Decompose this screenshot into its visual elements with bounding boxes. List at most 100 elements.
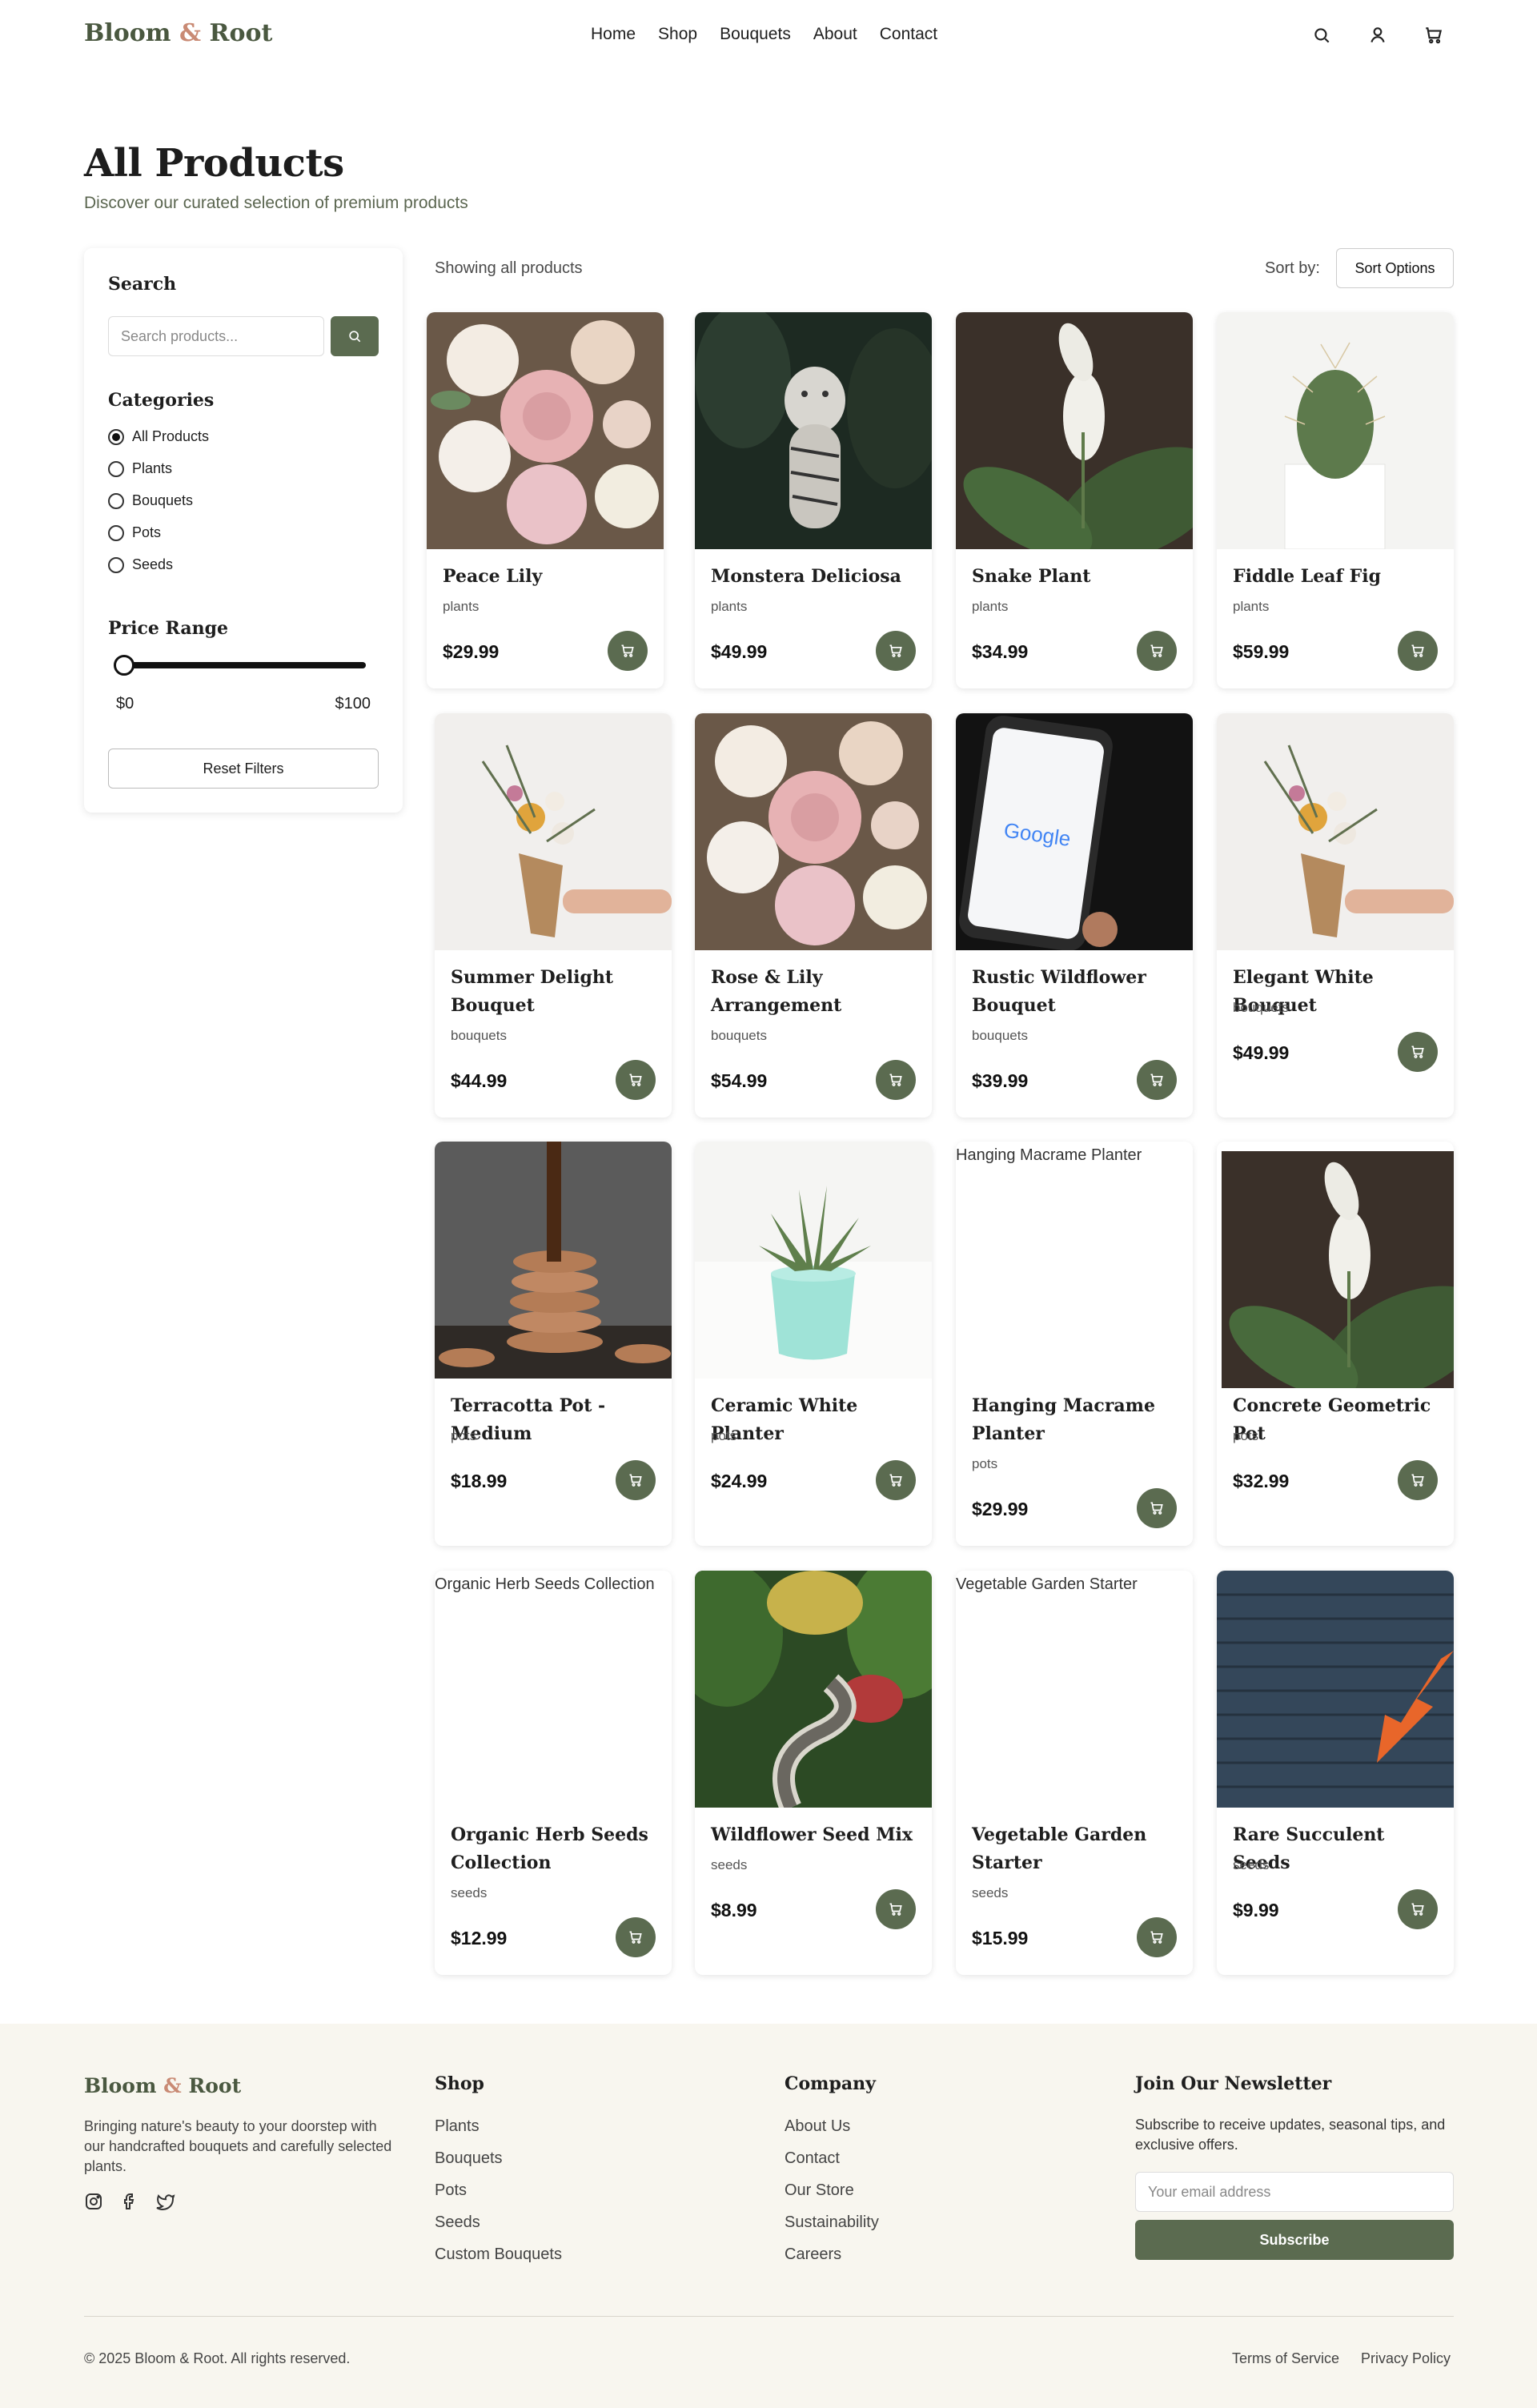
reset-filters-button[interactable]: Reset Filters: [108, 748, 379, 789]
cart-icon[interactable]: [1423, 25, 1444, 46]
product-name[interactable]: Fiddle Leaf Fig: [1233, 563, 1441, 591]
footer-link-bouquets[interactable]: Bouquets: [435, 2149, 503, 2168]
category-pots[interactable]: Pots: [108, 524, 161, 541]
product-card[interactable]: Concrete Geometric Pot pots $32.99: [1217, 1142, 1454, 1546]
product-image-bouquet-hand[interactable]: [1217, 713, 1454, 950]
footer-link-plants[interactable]: Plants: [435, 2117, 480, 2136]
product-image-peace-lily[interactable]: [1222, 1151, 1454, 1388]
product-name[interactable]: Rose & Lily Arrangement: [711, 964, 919, 1020]
product-name[interactable]: Peace Lily: [443, 563, 651, 591]
add-to-cart-button[interactable]: [1137, 631, 1177, 671]
add-to-cart-button[interactable]: [876, 631, 916, 671]
footer-link-our-store[interactable]: Our Store: [785, 2181, 854, 2200]
product-card[interactable]: Peace Lily plants $29.99: [427, 312, 664, 688]
nav-shop[interactable]: Shop: [658, 25, 697, 44]
product-image-cookies[interactable]: [435, 1142, 672, 1379]
product-image-garden-path[interactable]: [695, 1571, 932, 1808]
category-bouquets[interactable]: Bouquets: [108, 492, 193, 509]
footer-link-seeds[interactable]: Seeds: [435, 2213, 480, 2232]
add-to-cart-button[interactable]: [616, 1060, 656, 1100]
product-name[interactable]: Hanging Macrame Planter: [972, 1392, 1180, 1448]
sort-options-button[interactable]: Sort Options: [1336, 248, 1454, 288]
product-name[interactable]: Organic Herb Seeds Collection: [451, 1821, 659, 1877]
product-name[interactable]: Concrete Geometric Pot: [1233, 1392, 1441, 1448]
subscribe-button[interactable]: Subscribe: [1135, 2220, 1454, 2260]
add-to-cart-button[interactable]: [876, 1060, 916, 1100]
facebook-icon[interactable]: [120, 2192, 139, 2211]
product-image-brick-arrow[interactable]: [1217, 1571, 1454, 1808]
product-image-peace-lily[interactable]: [956, 312, 1193, 549]
product-card[interactable]: Rare Succulent Seeds seeds $9.99: [1217, 1571, 1454, 1975]
add-to-cart-button[interactable]: [1137, 1488, 1177, 1528]
category-seeds[interactable]: Seeds: [108, 556, 173, 573]
product-image-roses[interactable]: [427, 312, 664, 549]
product-image-aloe-pot[interactable]: [695, 1142, 932, 1379]
nav-about[interactable]: About: [813, 25, 857, 44]
product-card[interactable]: Rose & Lily Arrangement bouquets $54.99: [695, 713, 932, 1118]
footer-link-about-us[interactable]: About Us: [785, 2117, 850, 2136]
privacy-policy-link[interactable]: Privacy Policy: [1361, 2350, 1451, 2367]
product-name[interactable]: Ceramic White Planter: [711, 1392, 919, 1448]
product-card[interactable]: Vegetable Garden Starter Vegetable Garde…: [956, 1571, 1193, 1975]
search-button[interactable]: [331, 316, 379, 356]
product-card[interactable]: Summer Delight Bouquet bouquets $44.99: [435, 713, 672, 1118]
product-image-broken[interactable]: Vegetable Garden Starter: [956, 1571, 1193, 1808]
search-input[interactable]: [108, 316, 324, 356]
add-to-cart-button[interactable]: [1398, 1032, 1438, 1072]
nav-home[interactable]: Home: [591, 25, 636, 44]
product-card[interactable]: Ceramic White Planter pots $24.99: [695, 1142, 932, 1546]
radio-button[interactable]: [108, 428, 124, 445]
product-image-phone[interactable]: Google: [956, 713, 1193, 950]
footer-link-pots[interactable]: Pots: [435, 2181, 467, 2200]
product-image-broken[interactable]: Hanging Macrame Planter: [956, 1142, 1193, 1379]
nav-contact[interactable]: Contact: [880, 25, 937, 44]
footer-link-sustainability[interactable]: Sustainability: [785, 2213, 879, 2232]
add-to-cart-button[interactable]: [616, 1917, 656, 1957]
product-card[interactable]: Wildflower Seed Mix seeds $8.99: [695, 1571, 932, 1975]
product-image-tiger[interactable]: [695, 312, 932, 549]
radio-button[interactable]: [108, 556, 124, 573]
twitter-icon[interactable]: [156, 2192, 175, 2211]
add-to-cart-button[interactable]: [1398, 1889, 1438, 1929]
product-image-broken[interactable]: Organic Herb Seeds Collection: [435, 1571, 672, 1808]
footer-logo[interactable]: Bloom & Root: [84, 2074, 241, 2097]
product-card[interactable]: Organic Herb Seeds Collection Organic He…: [435, 1571, 672, 1975]
product-card[interactable]: Snake Plant plants $34.99: [956, 312, 1193, 688]
radio-button[interactable]: [108, 492, 124, 509]
price-slider-handle[interactable]: [114, 655, 134, 676]
newsletter-email-field[interactable]: [1135, 2172, 1454, 2212]
product-name[interactable]: Monstera Deliciosa: [711, 563, 919, 591]
footer-link-contact[interactable]: Contact: [785, 2149, 840, 2168]
user-icon[interactable]: [1367, 25, 1388, 46]
brand-logo[interactable]: Bloom & Root: [84, 19, 272, 47]
footer-link-custom-bouquets[interactable]: Custom Bouquets: [435, 2245, 562, 2264]
add-to-cart-button[interactable]: [876, 1889, 916, 1929]
product-name[interactable]: Summer Delight Bouquet: [451, 964, 659, 1020]
product-name[interactable]: Rustic Wildflower Bouquet: [972, 964, 1180, 1020]
instagram-icon[interactable]: [84, 2192, 103, 2211]
product-image-bouquet-hand[interactable]: [435, 713, 672, 950]
radio-button[interactable]: [108, 524, 124, 541]
product-card[interactable]: Monstera Deliciosa plants $49.99: [695, 312, 932, 688]
price-slider-track[interactable]: [126, 662, 366, 668]
terms-of-service-link[interactable]: Terms of Service: [1232, 2350, 1339, 2367]
product-card[interactable]: Google Rustic Wildflower Bouquet bouquet…: [956, 713, 1193, 1118]
product-name[interactable]: Snake Plant: [972, 563, 1180, 591]
add-to-cart-button[interactable]: [1398, 1460, 1438, 1500]
add-to-cart-button[interactable]: [876, 1460, 916, 1500]
product-name[interactable]: Wildflower Seed Mix: [711, 1821, 919, 1849]
product-card[interactable]: Terracotta Pot - Medium pots $18.99: [435, 1142, 672, 1546]
product-card[interactable]: Elegant White Bouquet bouquets $49.99: [1217, 713, 1454, 1118]
product-card[interactable]: Fiddle Leaf Fig plants $59.99: [1217, 312, 1454, 688]
product-image-cactus[interactable]: [1217, 312, 1454, 549]
product-image-roses[interactable]: [695, 713, 932, 950]
footer-link-careers[interactable]: Careers: [785, 2245, 841, 2264]
add-to-cart-button[interactable]: [1398, 631, 1438, 671]
product-name[interactable]: Vegetable Garden Starter: [972, 1821, 1180, 1877]
radio-button[interactable]: [108, 460, 124, 477]
category-plants[interactable]: Plants: [108, 460, 172, 477]
add-to-cart-button[interactable]: [1137, 1917, 1177, 1957]
search-icon[interactable]: [1311, 25, 1332, 46]
add-to-cart-button[interactable]: [608, 631, 648, 671]
product-card[interactable]: Hanging Macrame Planter Hanging Macrame …: [956, 1142, 1193, 1546]
